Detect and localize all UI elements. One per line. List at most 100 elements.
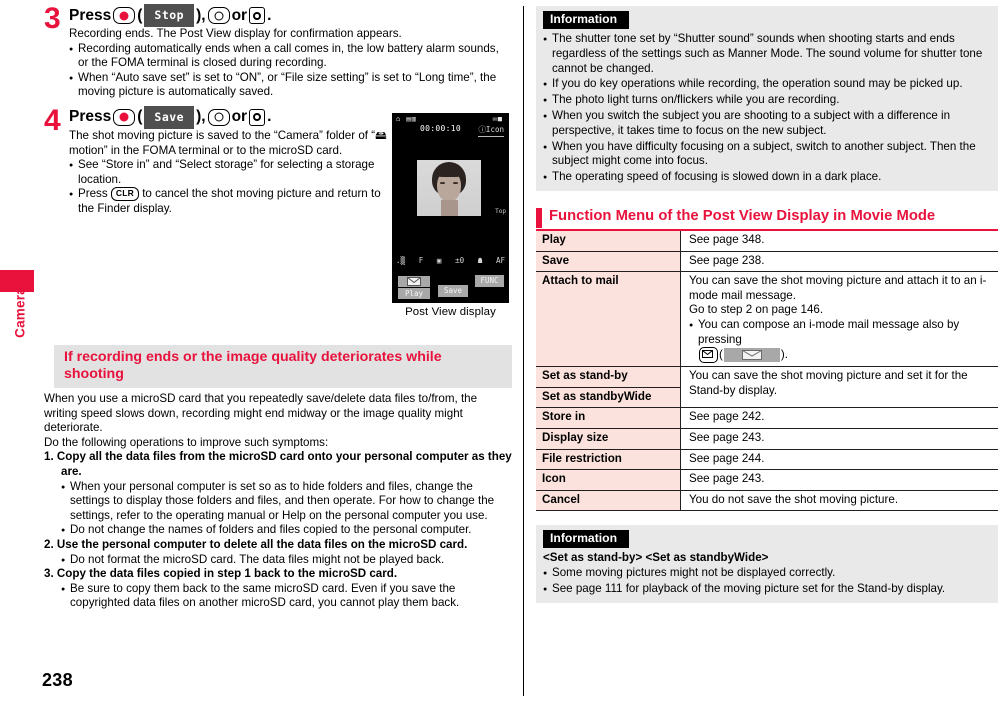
row-label-attach-to-mail: Attach to mail bbox=[536, 271, 681, 368]
side-tab-label: Camera bbox=[12, 287, 28, 338]
numbered-item-2: 2. Use the personal computer to delete a… bbox=[44, 538, 512, 553]
information-tag: Information bbox=[543, 530, 630, 549]
o-key-icon bbox=[207, 108, 230, 126]
avatar-eye-right bbox=[453, 182, 458, 184]
manual-page: Camera 238 3 Press ( Stop ), or . Record… bbox=[0, 0, 1004, 704]
function-menu-table: Play See page 348. Save See page 238. At… bbox=[536, 230, 998, 512]
clr-key-icon: CLR bbox=[110, 187, 139, 202]
step-4-number: 4 bbox=[44, 103, 61, 137]
paren-close-comma: ), bbox=[196, 108, 206, 126]
recording-time: 00:00:10 bbox=[420, 124, 461, 133]
top-marker-label: Top bbox=[495, 208, 506, 215]
table-row: File restriction See page 244. bbox=[536, 449, 998, 471]
phone-screen: ⌂ ▤▥ ✉■ 00:00:10 ⓘIcon Top .▒ F ▣ ±0 ☗ A… bbox=[392, 113, 509, 303]
camera-key-icon bbox=[249, 108, 266, 126]
softkey-stop-label: Stop bbox=[144, 4, 195, 27]
step-3: 3 Press ( Stop ), or . Recording ends. T… bbox=[44, 4, 512, 100]
effect-icon: ☗ bbox=[477, 256, 483, 265]
softkey-mail-icon[interactable] bbox=[398, 276, 430, 287]
step-3-or-label: or bbox=[231, 6, 248, 24]
row-label-display-size: Display size bbox=[536, 428, 681, 450]
information-bottom-subtitle: <Set as stand-by> <Set as standbyWide> bbox=[543, 551, 769, 565]
row-label-file-restriction: File restriction bbox=[536, 449, 681, 471]
o-key-icon bbox=[207, 7, 230, 24]
numbered-item-1-text: Copy all the data files from the microSD… bbox=[56, 450, 512, 478]
list-item: Some moving pictures might not be displa… bbox=[543, 566, 991, 581]
row-desc-save: See page 238. bbox=[680, 251, 998, 273]
softkey-play[interactable]: Play bbox=[398, 288, 430, 299]
row-label-store-in: Store in bbox=[536, 407, 681, 429]
preview-thumbnail bbox=[417, 160, 481, 216]
status-right-icons: ✉■ bbox=[492, 115, 503, 123]
step-4-intro: The shot moving picture is saved to the … bbox=[69, 129, 394, 158]
step-3-bullets: Recording automatically ends when a call… bbox=[69, 42, 512, 100]
softkey-save-label: Save bbox=[144, 105, 195, 129]
softkey-save[interactable]: Save bbox=[438, 285, 468, 297]
camera-key-icon bbox=[249, 7, 266, 24]
step-4-intro-a: The shot moving picture is saved to the … bbox=[69, 128, 376, 142]
list-item: The operating speed of focusing is slowe… bbox=[543, 170, 991, 185]
section-heading-function-menu: Function Menu of the Post View Display i… bbox=[536, 207, 998, 231]
i-motion-glyph-icon: 🖴 bbox=[375, 128, 387, 142]
numbered-item-2-num: 2. bbox=[44, 537, 54, 551]
step-3-body: Recording ends. The Post View display fo… bbox=[69, 27, 512, 100]
row-desc-attach-to-mail: You can save the shot moving picture and… bbox=[680, 271, 998, 368]
step-3-period: . bbox=[267, 6, 272, 24]
paren-open: ( bbox=[137, 6, 143, 24]
list-item: When you have difficulty focusing on a s… bbox=[543, 140, 991, 170]
status-left-icons: ⌂ ▤▥ bbox=[396, 115, 417, 123]
list-item: When your personal computer is set so as… bbox=[61, 480, 512, 524]
information-bottom-bullets: Some moving pictures might not be displa… bbox=[543, 566, 991, 597]
row-label-icon: Icon bbox=[536, 469, 681, 491]
numbered-item-3-text: Copy the data files copied in step 1 bac… bbox=[56, 567, 398, 581]
information-top-bullets: The shutter tone set by “Shutter sound” … bbox=[543, 32, 991, 185]
list-item: Recording automatically ends when a call… bbox=[69, 42, 512, 71]
row-desc-set-as-stand-by: You can save the shot moving picture and… bbox=[680, 366, 998, 409]
step-3-press-label: Press bbox=[69, 6, 112, 24]
list-item: When “Auto save set” is set to “ON”, or … bbox=[69, 71, 512, 100]
function-menu-title: Function Menu of the Post View Display i… bbox=[549, 207, 936, 224]
center-key-icon bbox=[113, 7, 136, 24]
f-mode-icon: F bbox=[418, 256, 424, 265]
section-heading-recording: If recording ends or the image quality d… bbox=[54, 345, 512, 388]
paren-open: ( bbox=[719, 348, 723, 362]
list-item: Press CLR to cancel the shot moving pict… bbox=[69, 187, 394, 216]
clr-press-label: Press bbox=[78, 187, 108, 201]
step-4-heading: Press ( Save ), or . bbox=[69, 105, 394, 129]
softkey-mail-icon bbox=[723, 348, 780, 363]
size-icon: ▣ bbox=[436, 256, 442, 265]
list-item: Do not change the names of folders and f… bbox=[61, 523, 512, 538]
list-item: The photo light turns on/flickers while … bbox=[543, 93, 991, 108]
step-3-intro: Recording ends. The Post View display fo… bbox=[69, 27, 402, 40]
attach-bullet-suffix: ). bbox=[780, 348, 788, 362]
list-item: Do not format the microSD card. The data… bbox=[61, 553, 512, 568]
table-row: Display size See page 243. bbox=[536, 428, 998, 450]
row-desc-store-in: See page 242. bbox=[680, 407, 998, 429]
numbered-item-1-num: 1. bbox=[44, 450, 54, 464]
autofocus-icon: AF bbox=[495, 256, 505, 265]
paren-close-comma: ), bbox=[196, 6, 206, 24]
list-item: Be sure to copy them back to the same mi… bbox=[61, 582, 512, 611]
row-label-set-as-standbywide: Set as standbyWide bbox=[536, 387, 681, 409]
softkey-func[interactable]: FUNC bbox=[475, 275, 504, 287]
information-tag: Information bbox=[543, 11, 630, 29]
page-number: 238 bbox=[42, 670, 73, 690]
post-view-figure: ⌂ ▤▥ ✉■ 00:00:10 ⓘIcon Top .▒ F ▣ ±0 ☗ A… bbox=[392, 113, 509, 318]
attach-desc-line-1: You can save the shot moving picture and… bbox=[689, 274, 987, 302]
row-label-play: Play bbox=[536, 230, 681, 252]
row-desc-play: See page 348. bbox=[680, 230, 998, 252]
step-3-number: 3 bbox=[44, 2, 61, 35]
troubleshoot-paragraph-2: Do the following operations to improve s… bbox=[44, 435, 329, 449]
table-row: Play See page 348. bbox=[536, 230, 998, 252]
left-body-troubleshooting: When you use a microSD card that you rep… bbox=[44, 392, 512, 611]
step-4-bullets: See “Store in” and “Select storage” for … bbox=[69, 158, 394, 216]
table-row: Set as stand-by You can save the shot mo… bbox=[536, 366, 998, 409]
list-item: The shutter tone set by “Shutter sound” … bbox=[543, 32, 991, 76]
right-column: Information The shutter tone set by “Shu… bbox=[536, 6, 998, 603]
attach-desc-line-2: Go to step 2 on page 146. bbox=[689, 303, 824, 317]
row-label-save: Save bbox=[536, 251, 681, 273]
list-item: If you do key operations while recording… bbox=[543, 77, 991, 92]
numbered-item-3-bullets: Be sure to copy them back to the same mi… bbox=[61, 582, 512, 611]
list-item: See page 111 for playback of the moving … bbox=[543, 582, 991, 597]
numbered-item-1-bullets: When your personal computer is set so as… bbox=[61, 480, 512, 538]
